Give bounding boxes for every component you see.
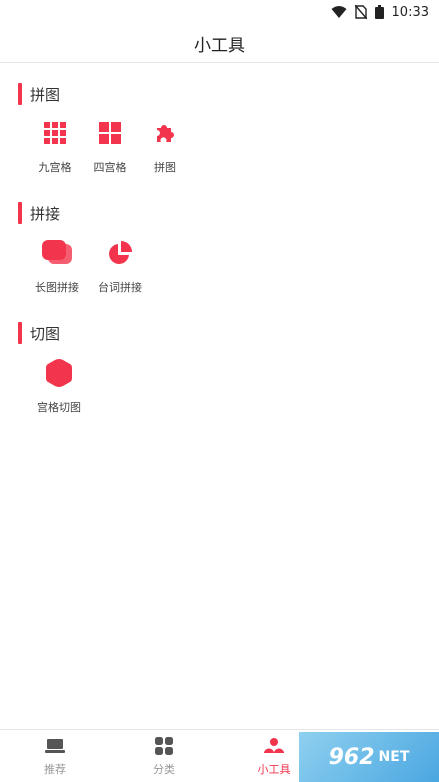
nav-item-category[interactable]: 分类 [134,736,194,777]
watermark-number: 962 [328,744,375,770]
section-title: 拼图 [30,85,61,104]
laptop-icon [25,736,85,756]
pie-chart-icon [104,237,136,269]
status-icons: 10:33 [331,3,429,21]
tool-long-image[interactable]: 长图拼接 [25,237,89,295]
puzzle-icon [149,117,181,149]
grid-nine-icon [39,117,71,149]
section-accent-bar [18,322,22,344]
section-header-cut: 切图 [18,322,60,344]
wifi-icon [331,5,347,19]
watermark-logo: 962 NET [299,732,439,782]
nav-label: 小工具 [257,763,291,776]
tools-icon [244,736,304,756]
section-accent-bar [18,83,22,105]
tool-label: 台词拼接 [98,281,142,294]
watermark-suffix: NET [378,749,410,765]
nav-item-recommend[interactable]: 推荐 [25,736,85,777]
status-bar: 10:33 [0,0,439,24]
nav-label: 分类 [153,763,175,776]
tool-label: 拼图 [154,161,176,174]
tool-puzzle[interactable]: 拼图 [133,117,197,175]
battery-icon [374,5,384,19]
tool-label: 宫格切图 [37,401,81,414]
app-bar: 小工具 [0,24,439,63]
bottom-nav: 推荐 分类 小工具 962 NET [0,729,439,782]
no-sim-icon [354,5,367,19]
category-grid-icon [134,736,194,756]
stacked-cards-icon [41,237,73,269]
section-title: 拼接 [30,204,61,223]
section-title: 切图 [30,324,61,343]
hexagon-icon [43,357,75,389]
page-title: 小工具 [194,35,245,56]
section-header-splice: 拼接 [18,202,60,224]
grid-four-icon [94,117,126,149]
section-accent-bar [18,202,22,224]
status-time: 10:33 [391,4,429,20]
tool-label: 长图拼接 [35,281,79,294]
tool-lines-splice[interactable]: 台词拼接 [88,237,152,295]
nav-label: 推荐 [44,763,66,776]
tool-grid-cut[interactable]: 宫格切图 [27,357,91,415]
section-header-puzzle: 拼图 [18,83,60,105]
nav-item-tools[interactable]: 小工具 [244,736,304,777]
